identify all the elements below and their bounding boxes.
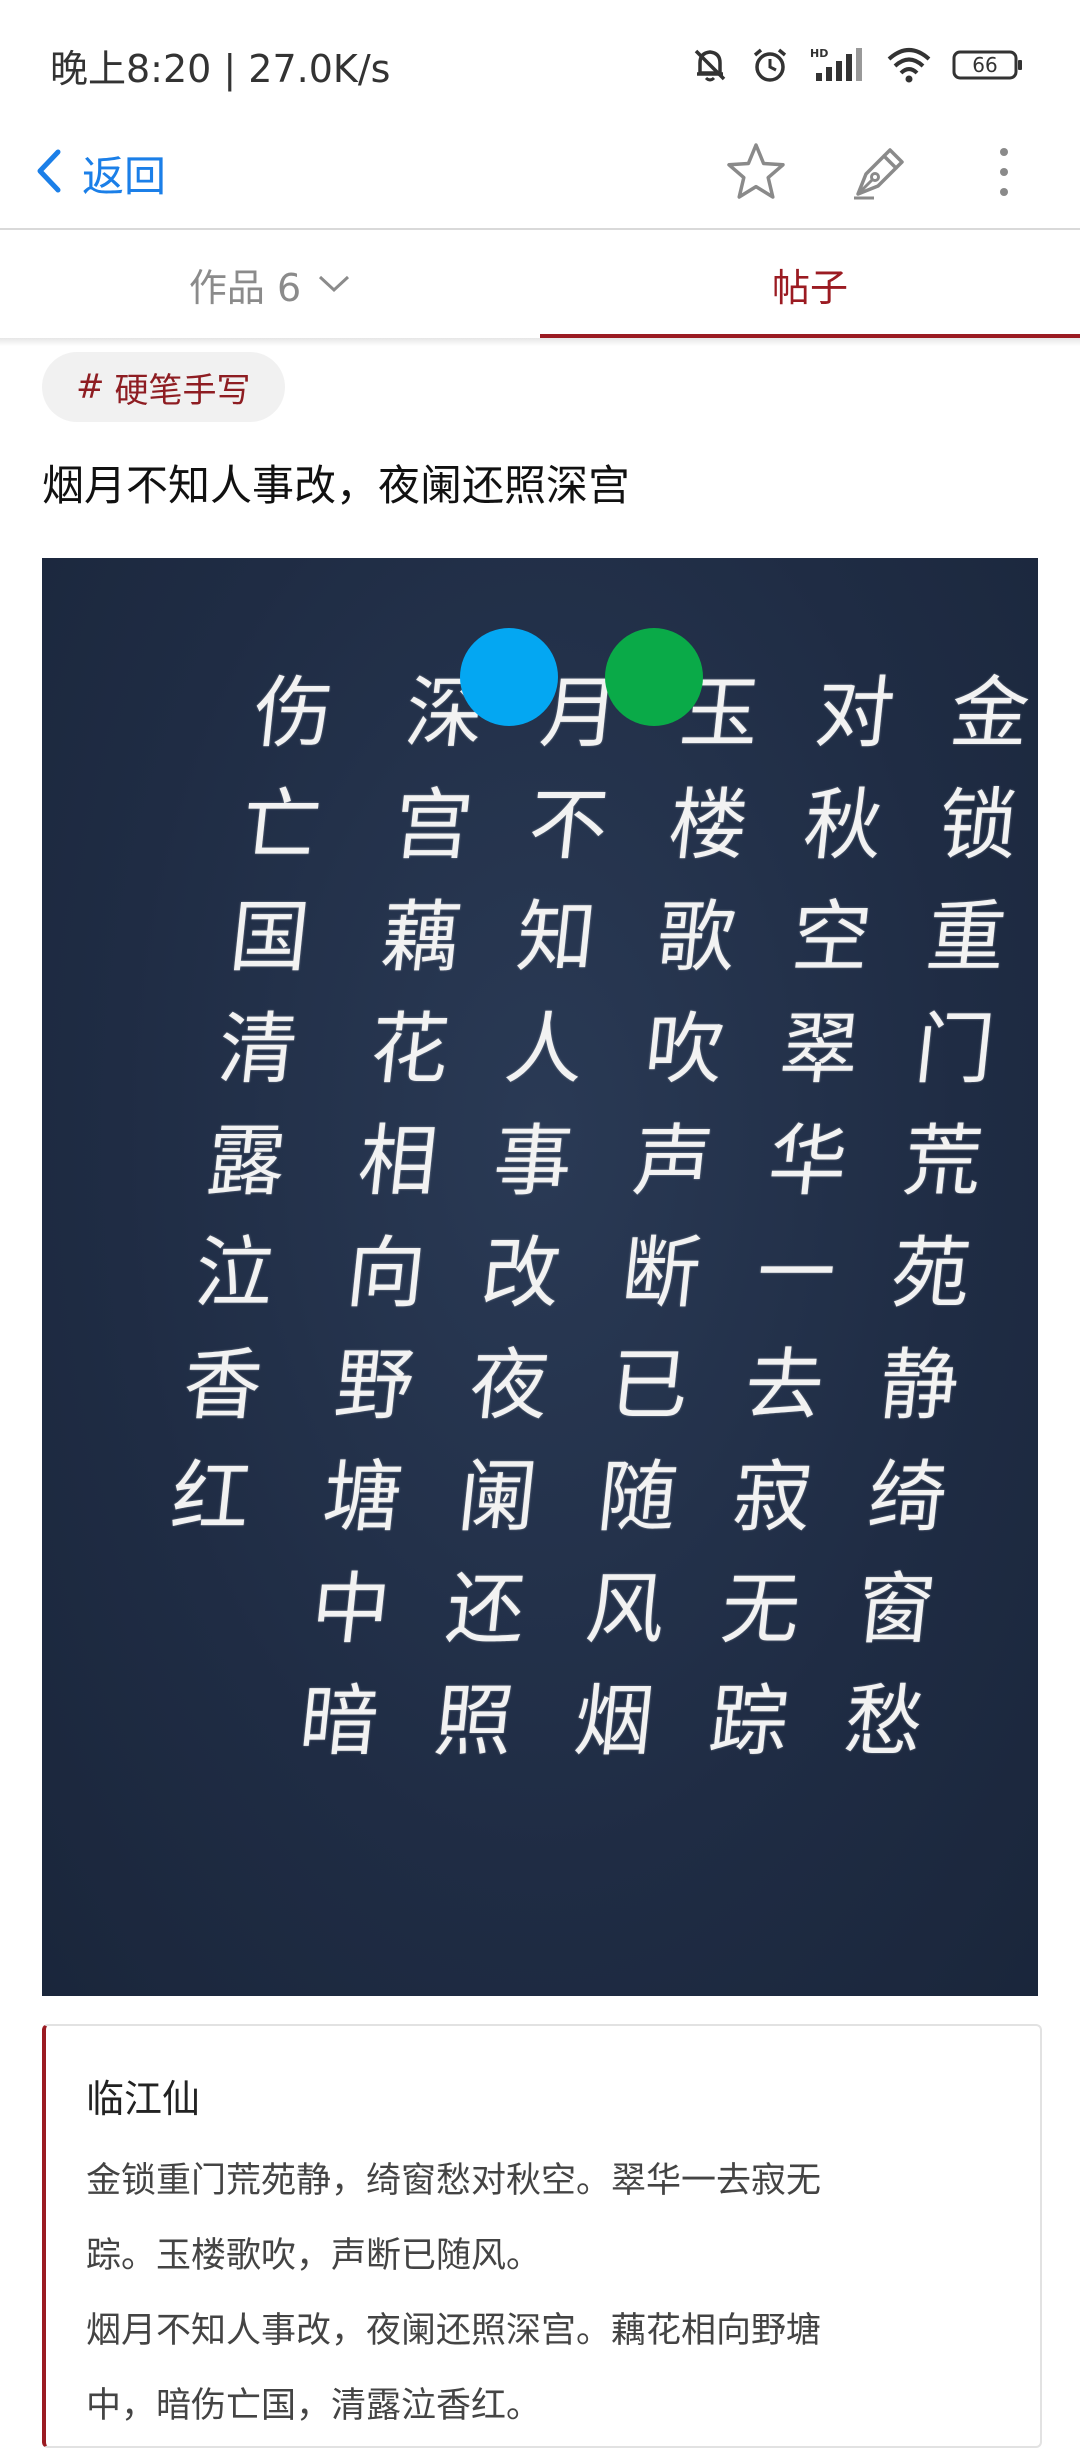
calligraphy-char: 静 — [875, 1341, 964, 1431]
poem-card: 临江仙 金锁重门荒苑静，绮窗愁对秋空。翠华一去寂无 踪。玉楼歌吹，声断已随风。 … — [42, 2024, 1042, 2448]
calligraphy-char: 金 — [946, 669, 1034, 759]
calligraphy-char: 相 — [354, 1117, 442, 1207]
topic-tag[interactable]: # 硬笔手写 — [42, 352, 285, 422]
calligraphy-char: 无 — [717, 1565, 805, 1655]
calligraphy-char: 断 — [617, 1229, 705, 1319]
calligraphy-char: 去 — [740, 1341, 829, 1431]
more-button[interactable] — [964, 134, 1044, 214]
mute-bell-icon — [690, 45, 730, 85]
calligraphy-char: 一 — [752, 1229, 840, 1319]
calligraphy-char: 香 — [178, 1341, 267, 1431]
alarm-icon — [750, 45, 790, 85]
calligraphy-char: 空 — [787, 893, 876, 983]
calligraphy-char: 华 — [764, 1117, 852, 1207]
calligraphy-char: 知 — [512, 893, 601, 983]
poem-line: 中，暗伤亡国，清露泣香红。 — [86, 2386, 542, 2426]
post-title: 烟月不知人事改，夜阑还照深宫 — [42, 461, 631, 510]
topic-tag-label: 硬笔手写 — [114, 370, 251, 411]
calligraphy-char: 寂 — [728, 1453, 817, 1543]
calligraphy-char: 伤 — [249, 669, 337, 759]
poem-line: 踪。玉楼歌吹，声断已随风。 — [86, 2236, 542, 2276]
calligraphy-image[interactable]: 金锁重门荒苑静绮窗愁 对秋空翠华一去寂无踪 玉楼歌吹声断已随风烟 月不知人事改夜… — [42, 558, 1038, 1996]
write-button[interactable] — [840, 134, 920, 214]
back-label: 返回 — [82, 151, 167, 201]
svg-text:HD: HD — [810, 47, 828, 60]
calligraphy-char: 宫 — [389, 781, 477, 871]
calligraphy-char: 阑 — [453, 1453, 542, 1543]
top-app-bar: 返回 — [0, 120, 1080, 230]
calligraphy-char: 窗 — [852, 1565, 940, 1655]
calligraphy-char: 烟 — [570, 1677, 658, 1767]
chevron-down-icon — [317, 274, 351, 294]
tab-posts[interactable]: 帖子 — [540, 230, 1080, 338]
wifi-icon — [886, 45, 932, 85]
poem-title: 临江仙 — [86, 2077, 201, 2121]
calligraphy-char: 愁 — [840, 1677, 928, 1767]
calligraphy-char: 泣 — [190, 1229, 279, 1319]
hd-signal-icon: HD — [810, 45, 866, 85]
calligraphy-char: 向 — [342, 1229, 430, 1319]
calligraphy-char: 藕 — [377, 893, 466, 983]
calligraphy-char: 夜 — [465, 1341, 554, 1431]
tab-posts-label: 帖子 — [771, 265, 848, 310]
tab-works-label: 作品 6 — [188, 265, 302, 310]
hash-icon: # — [76, 367, 105, 407]
chevron-left-icon — [34, 148, 64, 198]
calligraphy-char: 照 — [430, 1677, 518, 1767]
calligraphy-char: 还 — [442, 1565, 530, 1655]
calligraphy-char: 暗 — [295, 1677, 383, 1767]
calligraphy-char: 楼 — [664, 781, 752, 871]
calligraphy-char: 歌 — [652, 893, 741, 983]
status-icons: HD 66 — [690, 40, 1024, 90]
calligraphy-char: 声 — [629, 1117, 717, 1207]
calligraphy-char: 苑 — [887, 1229, 975, 1319]
calligraphy-char: 门 — [910, 1005, 999, 1095]
calligraphy-char: 秋 — [799, 781, 887, 871]
calligraphy-char: 不 — [524, 781, 612, 871]
calligraphy-char: 对 — [811, 669, 899, 759]
battery-level: 66 — [972, 53, 998, 77]
calligraphy-char: 锁 — [934, 781, 1022, 871]
calligraphy-char: 随 — [593, 1453, 682, 1543]
calligraphy-char: 国 — [225, 893, 314, 983]
calligraphy-char: 荒 — [899, 1117, 987, 1207]
calligraphy-char: 亡 — [237, 781, 326, 871]
tab-bar: 作品 6 帖子 — [0, 230, 1080, 338]
battery-icon: 66 — [952, 49, 1024, 81]
green-dot-marker — [605, 628, 703, 726]
calligraphy-char: 红 — [167, 1453, 255, 1543]
divider — [0, 338, 1080, 346]
calligraphy-char: 花 — [365, 1005, 454, 1095]
calligraphy-char: 踪 — [705, 1677, 793, 1767]
calligraphy-char: 露 — [202, 1117, 290, 1207]
favorite-button[interactable] — [716, 134, 796, 214]
calligraphy-char: 翠 — [775, 1005, 864, 1095]
calligraphy-char: 改 — [477, 1229, 565, 1319]
status-time: 晚上8:20 | 27.0K/s — [50, 47, 391, 91]
poem-body: 金锁重门荒苑静，绮窗愁对秋空。翠华一去寂无 踪。玉楼歌吹，声断已随风。 烟月不知… — [86, 2144, 966, 2444]
back-button[interactable]: 返回 — [34, 138, 166, 208]
poem-line: 烟月不知人事改，夜阑还照深宫。藕花相向野塘 — [86, 2311, 822, 2351]
calligraphy-char: 人 — [500, 1005, 589, 1095]
calligraphy-char: 中 — [307, 1565, 395, 1655]
calligraphy-char: 清 — [214, 1005, 302, 1095]
poem-line: 金锁重门荒苑静，绮窗愁对秋空。翠华一去寂无 — [86, 2161, 822, 2201]
calligraphy-char: 重 — [922, 893, 1011, 983]
tab-works[interactable]: 作品 6 — [0, 230, 540, 338]
calligraphy-char: 吹 — [640, 1005, 729, 1095]
calligraphy-char: 风 — [582, 1565, 670, 1655]
pen-icon — [848, 140, 912, 208]
calligraphy-char: 塘 — [318, 1453, 407, 1543]
more-vertical-icon — [994, 142, 1014, 206]
blue-dot-marker — [460, 628, 558, 726]
star-icon — [724, 140, 788, 208]
status-bar: 晚上8:20 | 27.0K/s HD 66 — [0, 0, 1080, 120]
calligraphy-column: 伤亡国清露泣香红 — [160, 658, 344, 1554]
calligraphy-char: 野 — [330, 1341, 419, 1431]
calligraphy-char: 绮 — [863, 1453, 952, 1543]
calligraphy-char: 已 — [605, 1341, 694, 1431]
calligraphy-char: 事 — [489, 1117, 577, 1207]
